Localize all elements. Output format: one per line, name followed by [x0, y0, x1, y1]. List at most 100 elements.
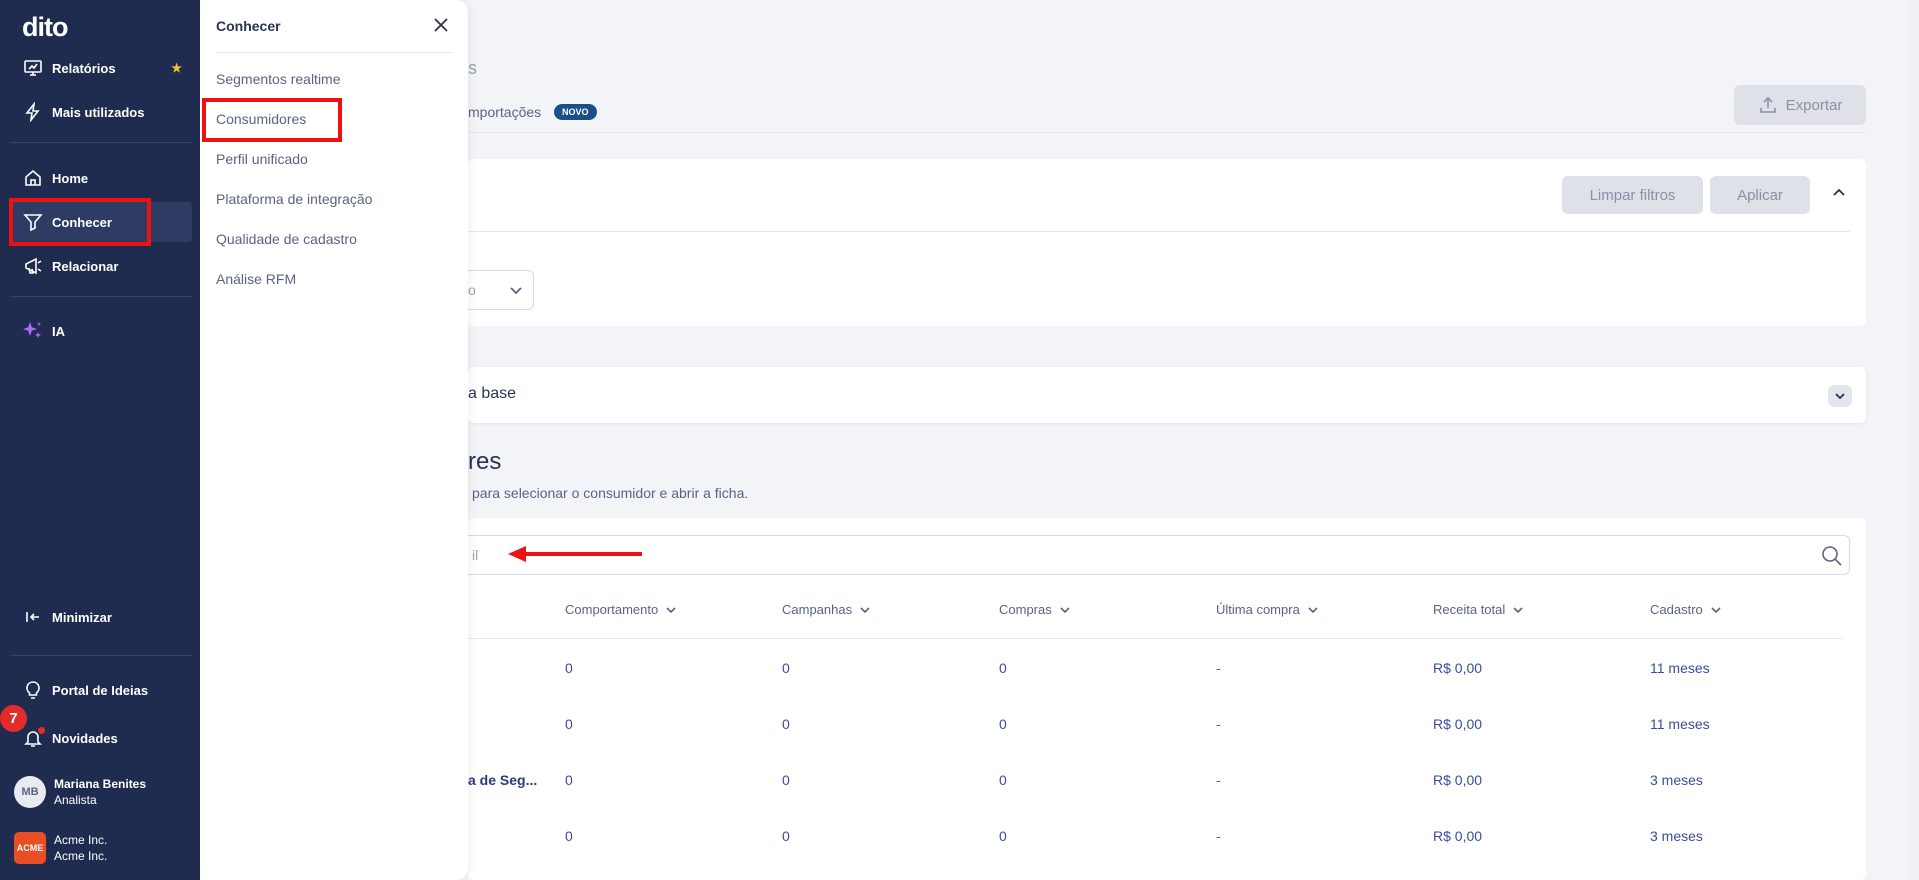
flyout-item-analise-rfm[interactable]: Análise RFM: [216, 271, 296, 287]
sidebar-item-label: Relacionar: [52, 258, 119, 274]
sidebar-item-ia[interactable]: IA: [10, 311, 192, 351]
tab-importacoes[interactable]: mportações: [468, 104, 541, 120]
select-value: o: [468, 282, 476, 298]
ideas-portal-link[interactable]: Portal de Ideias: [10, 670, 192, 710]
cell-nome[interactable]: a de Seg...: [468, 772, 537, 788]
base-summary-card[interactable]: a base: [468, 367, 1866, 423]
company-switcher[interactable]: ACME Acme Inc. Acme Inc.: [10, 826, 192, 870]
column-label: Receita total: [1433, 602, 1506, 617]
divider: [10, 142, 192, 143]
column-header-cadastro[interactable]: Cadastro: [1650, 602, 1723, 617]
cell-receita-total: R$ 0,00: [1433, 772, 1483, 788]
sparkles-icon: [22, 320, 44, 342]
section-heading: res: [468, 448, 502, 475]
cell-ultima-compra: -: [1216, 828, 1221, 844]
conhecer-flyout: Conhecer Segmentos realtime Consumidores…: [200, 0, 468, 880]
flyout-item-perfil-unificado[interactable]: Perfil unificado: [216, 151, 308, 167]
megaphone-icon: [22, 255, 44, 277]
column-header-ultima-compra[interactable]: Última compra: [1216, 602, 1320, 617]
news-count-badge: 7: [0, 705, 27, 732]
sidebar-item-relatorios[interactable]: Relatórios ★: [10, 48, 192, 88]
cell-cadastro: 11 meses: [1650, 660, 1710, 676]
filter-select[interactable]: o: [468, 270, 534, 310]
divider: [216, 52, 452, 53]
search-icon[interactable]: [1821, 545, 1843, 572]
dito-logo[interactable]: dito: [22, 12, 68, 43]
sidebar-item-label: Relatórios: [52, 60, 116, 76]
cell-cadastro: 11 meses: [1650, 716, 1710, 732]
close-icon[interactable]: [432, 16, 450, 39]
column-label: Última compra: [1216, 602, 1300, 617]
cell-ultima-compra: -: [1216, 716, 1221, 732]
chevron-down-icon: [860, 606, 870, 613]
chevron-down-icon: [1513, 606, 1523, 613]
cell-compras: 0: [999, 716, 1007, 732]
search-placeholder: il: [472, 547, 479, 563]
sidebar-item-label: IA: [52, 323, 65, 339]
presentation-chart-icon: [22, 57, 44, 79]
flyout-item-segmentos-realtime[interactable]: Segmentos realtime: [216, 71, 341, 87]
chevron-down-icon: [1711, 606, 1721, 613]
cell-compras: 0: [999, 772, 1007, 788]
user-profile[interactable]: MB Mariana Benites Analista: [10, 770, 192, 814]
cell-receita-total: R$ 0,00: [1433, 716, 1483, 732]
company-logo: ACME: [14, 832, 46, 864]
chevron-up-icon[interactable]: [1830, 184, 1848, 207]
cell-compras: 0: [999, 828, 1007, 844]
apply-button[interactable]: Aplicar: [1710, 176, 1810, 214]
company-sub: Acme Inc.: [54, 849, 108, 863]
divider: [10, 296, 192, 297]
news-label: Novidades: [52, 730, 118, 746]
column-header-campanhas[interactable]: Campanhas: [782, 602, 872, 617]
bell-icon: [22, 727, 45, 749]
chevron-down-icon[interactable]: [1828, 385, 1852, 407]
column-header-comportamento[interactable]: Comportamento: [565, 602, 678, 617]
favorite-star-icon[interactable]: ★: [171, 61, 182, 75]
news-link[interactable]: Novidades: [10, 718, 192, 758]
collapse-left-icon: [22, 606, 44, 628]
lightbulb-icon: [22, 679, 44, 701]
avatar: MB: [14, 776, 46, 808]
column-label: Cadastro: [1650, 602, 1703, 617]
base-summary-label: a base: [468, 385, 517, 402]
cell-campanhas: 0: [782, 828, 790, 844]
cell-campanhas: 0: [782, 772, 790, 788]
chevron-down-icon: [1308, 606, 1318, 613]
divider: [10, 655, 192, 656]
sidebar-item-home[interactable]: Home: [10, 158, 192, 198]
column-header-receita-total[interactable]: Receita total: [1433, 602, 1525, 617]
company-info: Acme Inc. Acme Inc.: [54, 832, 107, 864]
minimize-button[interactable]: Minimizar: [10, 597, 192, 637]
sidebar: dito Relatórios ★ Mais utilizados Home C…: [0, 0, 200, 880]
sidebar-item-mais-utilizados[interactable]: Mais utilizados: [10, 92, 192, 132]
cell-comportamento: 0: [565, 660, 573, 676]
cell-cadastro: 3 meses: [1650, 772, 1703, 788]
export-button[interactable]: Exportar: [1734, 85, 1866, 125]
chevron-down-icon: [508, 282, 524, 303]
user-name: Mariana Benites: [54, 777, 147, 791]
column-label: Comportamento: [565, 602, 659, 617]
export-label: Exportar: [1785, 96, 1843, 114]
tabs-divider: [468, 132, 1866, 133]
notification-dot: [38, 727, 45, 734]
search-input[interactable]: il: [468, 535, 1850, 575]
sidebar-item-relacionar[interactable]: Relacionar: [10, 246, 192, 286]
cell-compras: 0: [999, 660, 1007, 676]
scrollbar[interactable]: [1909, 0, 1919, 880]
lightning-icon: [22, 101, 44, 123]
page-title-partial: s: [468, 58, 477, 78]
home-icon: [22, 167, 44, 189]
flyout-item-plataforma-integracao[interactable]: Plataforma de integração: [216, 191, 372, 207]
user-role: Analista: [54, 793, 97, 807]
upload-icon: [1758, 95, 1778, 115]
clear-filters-button[interactable]: Limpar filtros: [1562, 176, 1703, 214]
filters-card: Limpar filtros Aplicar: [468, 159, 1866, 326]
flyout-item-qualidade-cadastro[interactable]: Qualidade de cadastro: [216, 231, 357, 247]
column-label: Compras: [999, 602, 1052, 617]
flyout-item-consumidores[interactable]: Consumidores: [216, 111, 306, 127]
column-label: Campanhas: [782, 602, 853, 617]
annotation-arrow: [508, 546, 642, 562]
sidebar-item-conhecer[interactable]: Conhecer: [10, 202, 192, 242]
cell-comportamento: 0: [565, 772, 573, 788]
column-header-compras[interactable]: Compras: [999, 602, 1072, 617]
